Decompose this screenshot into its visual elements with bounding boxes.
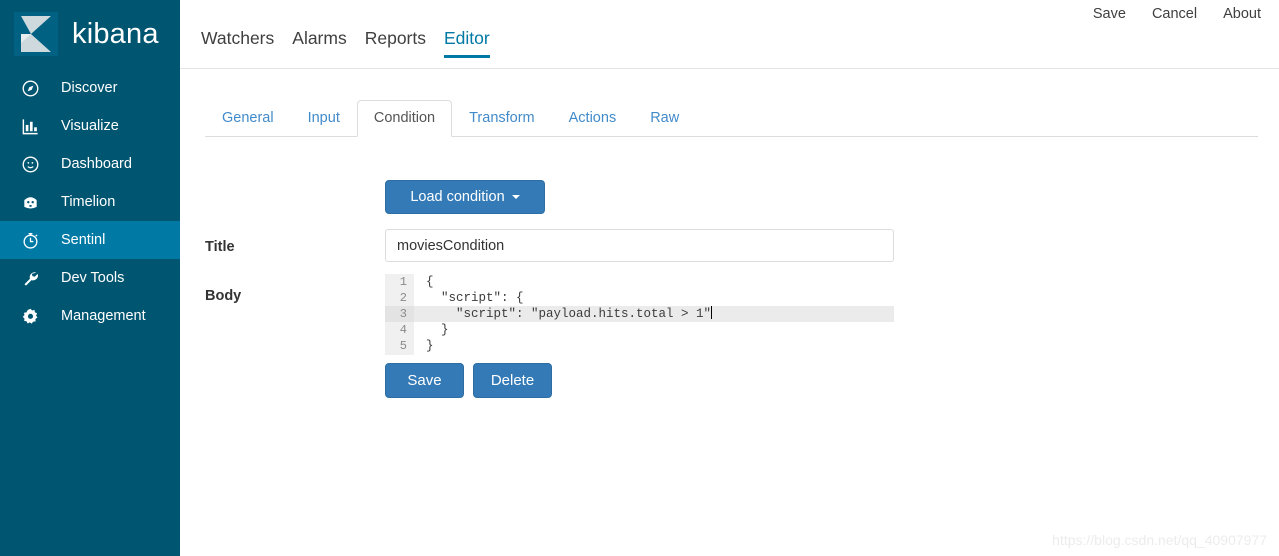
brand-header[interactable]: kibana	[0, 0, 180, 68]
topbar-links: Save Cancel About	[1093, 3, 1261, 25]
sidebar: kibana Discover Visualize Dashboard Time…	[0, 0, 180, 556]
tab-transform[interactable]: Transform	[452, 100, 552, 137]
editor-content: General Input Condition Transform Action…	[180, 69, 1279, 556]
sidebar-item-dev-tools[interactable]: Dev Tools	[0, 259, 180, 297]
body-label: Body	[205, 288, 242, 304]
title-label: Title	[205, 239, 235, 255]
sidebar-item-timelion[interactable]: Timelion	[0, 183, 180, 221]
sidebar-item-label: Discover	[61, 80, 118, 96]
brand-name: kibana	[72, 17, 159, 50]
tab-actions[interactable]: Actions	[552, 100, 634, 137]
sidebar-item-label: Visualize	[61, 118, 119, 134]
load-condition-button[interactable]: Load condition	[385, 180, 545, 214]
form-actions: Save Delete	[385, 363, 552, 398]
tab-general[interactable]: General	[205, 100, 291, 137]
line-code: {	[426, 275, 434, 289]
compass-icon	[19, 77, 41, 99]
main-nav: Watchers Alarms Reports Editor	[180, 28, 1279, 68]
kibana-app-window: kibana Discover Visualize Dashboard Time…	[0, 0, 1279, 556]
sidebar-item-label: Management	[61, 308, 146, 324]
title-input[interactable]	[385, 229, 894, 262]
nav-tab-editor[interactable]: Editor	[435, 28, 499, 58]
sidebar-nav: Discover Visualize Dashboard Timelion Se…	[0, 69, 180, 335]
timelion-icon	[19, 191, 41, 213]
sidebar-item-label: Timelion	[61, 194, 116, 210]
sidebar-item-sentinl[interactable]: Sentinl	[0, 221, 180, 259]
nav-tab-alarms[interactable]: Alarms	[283, 28, 355, 58]
editor-line: 1 {	[385, 274, 894, 290]
dashboard-icon	[19, 153, 41, 175]
editor-lines: 1 { 2 "script": { 3 "script": "payload.h…	[385, 274, 894, 354]
tab-input[interactable]: Input	[291, 100, 357, 137]
bar-chart-icon	[19, 115, 41, 137]
line-number: 5	[399, 339, 407, 353]
nav-tab-watchers[interactable]: Watchers	[192, 28, 283, 58]
kibana-logo-icon	[10, 8, 62, 60]
tab-raw[interactable]: Raw	[633, 100, 696, 137]
topbar-cancel-link[interactable]: Cancel	[1152, 6, 1197, 22]
editor-line: 5 }	[385, 338, 894, 354]
sidebar-item-discover[interactable]: Discover	[0, 69, 180, 107]
editor-line-active: 3 "script": "payload.hits.total > 1"	[385, 306, 894, 322]
stopwatch-icon	[19, 229, 41, 251]
save-button[interactable]: Save	[385, 363, 464, 398]
sidebar-item-management[interactable]: Management	[0, 297, 180, 335]
wrench-icon	[19, 267, 41, 289]
sidebar-item-visualize[interactable]: Visualize	[0, 107, 180, 145]
caret-down-icon	[511, 195, 520, 199]
sidebar-item-label: Dashboard	[61, 156, 132, 172]
sidebar-item-dashboard[interactable]: Dashboard	[0, 145, 180, 183]
line-code: "script": {	[426, 291, 524, 305]
watermark-text: https://blog.csdn.net/qq_40907977	[1052, 532, 1267, 548]
editor-line: 4 }	[385, 322, 894, 338]
tab-condition[interactable]: Condition	[356, 100, 453, 137]
topbar-save-link[interactable]: Save	[1093, 6, 1126, 22]
editor-line: 2 "script": {	[385, 290, 894, 306]
editor-sub-tabs: General Input Condition Transform Action…	[205, 100, 1258, 137]
line-code: }	[426, 339, 434, 353]
line-code: "script": "payload.hits.total > 1"	[414, 306, 894, 322]
nav-tab-reports[interactable]: Reports	[356, 28, 435, 58]
line-number: 2	[399, 291, 407, 305]
text-cursor	[711, 306, 713, 319]
line-number: 1	[399, 275, 407, 289]
line-number: 4	[399, 323, 407, 337]
topbar-about-link[interactable]: About	[1223, 6, 1261, 22]
load-condition-wrap: Load condition	[385, 180, 545, 214]
delete-button[interactable]: Delete	[473, 363, 552, 398]
line-number: 3	[385, 306, 414, 322]
gear-icon	[19, 305, 41, 327]
sidebar-item-label: Sentinl	[61, 232, 106, 248]
load-condition-label: Load condition	[410, 188, 505, 205]
line-code: }	[426, 323, 449, 337]
body-code-editor[interactable]: 1 { 2 "script": { 3 "script": "payload.h…	[385, 274, 894, 355]
sidebar-item-label: Dev Tools	[61, 270, 125, 286]
line-code-text: "script": "payload.hits.total > 1"	[426, 307, 712, 321]
